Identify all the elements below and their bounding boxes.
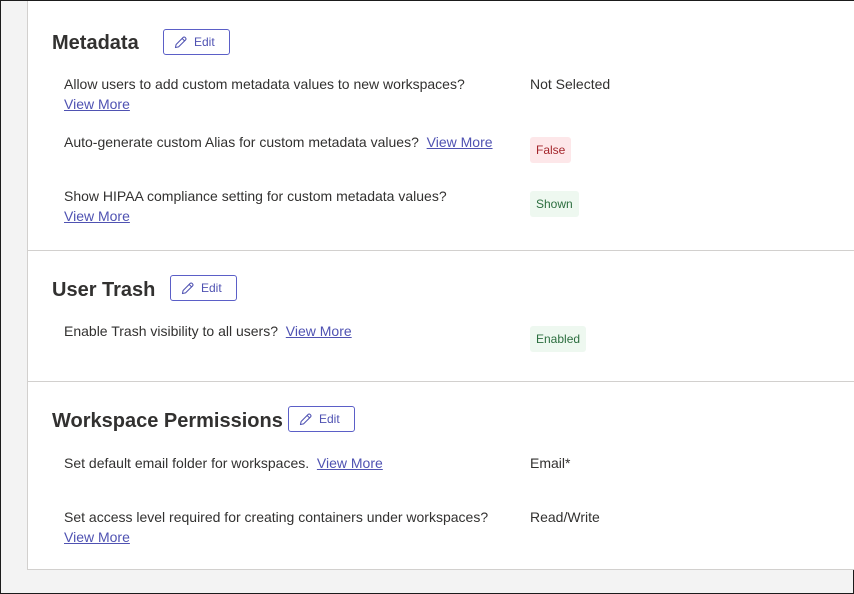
user-trash-edit-button[interactable]: Edit [170, 275, 237, 301]
setting-question: Allow users to add custom metadata value… [64, 76, 465, 92]
edit-button-label: Edit [194, 35, 215, 49]
setting-row-label: Enable Trash visibility to all users? Vi… [64, 321, 504, 341]
edit-button-label: Edit [319, 412, 340, 426]
view-more-link[interactable]: View More [317, 455, 383, 471]
setting-question: Show HIPAA compliance setting for custom… [64, 188, 447, 204]
setting-row-label: Set access level required for creating c… [64, 507, 504, 547]
metadata-section: Metadata Edit Allow users to add custom … [28, 1, 854, 250]
status-badge-false: False [530, 137, 572, 163]
setting-row-label: Show HIPAA compliance setting for custom… [64, 186, 504, 226]
setting-value: Not Selected [530, 76, 611, 92]
pencil-icon [299, 412, 312, 426]
status-badge-shown: Shown [530, 191, 579, 217]
view-more-link[interactable]: View More [286, 323, 352, 339]
setting-row-label: Set default email folder for workspaces.… [64, 453, 504, 473]
view-more-link[interactable]: View More [64, 208, 130, 224]
view-more-link[interactable]: View More [64, 529, 130, 545]
setting-row-label: Auto-generate custom Alias for custom me… [64, 132, 504, 152]
workspace-permissions-edit-button[interactable]: Edit [288, 406, 355, 432]
workspace-permissions-section: Workspace Permissions Edit Set default e… [28, 381, 854, 570]
user-trash-title: User Trash [52, 279, 156, 301]
setting-value: Read/Write [530, 509, 600, 525]
workspace-permissions-title: Workspace Permissions [52, 410, 283, 432]
setting-question: Enable Trash visibility to all users? [64, 323, 278, 339]
metadata-edit-button[interactable]: Edit [163, 29, 230, 55]
setting-row-label: Allow users to add custom metadata value… [64, 74, 504, 114]
edit-button-label: Edit [201, 281, 222, 295]
pencil-icon [181, 281, 194, 295]
settings-card: Metadata Edit Allow users to add custom … [27, 1, 854, 570]
setting-question: Set default email folder for workspaces. [64, 455, 310, 471]
metadata-title: Metadata [52, 32, 139, 54]
window-frame: Metadata Edit Allow users to add custom … [0, 0, 854, 594]
status-badge-enabled: Enabled [530, 326, 587, 352]
setting-question: Set access level required for creating c… [64, 509, 489, 525]
pencil-icon [174, 35, 187, 49]
view-more-link[interactable]: View More [427, 134, 493, 150]
setting-value: Email* [530, 455, 571, 471]
view-more-link[interactable]: View More [64, 96, 130, 112]
setting-question: Auto-generate custom Alias for custom me… [64, 134, 419, 150]
user-trash-section: User Trash Edit Enable Trash visibility … [28, 250, 854, 382]
